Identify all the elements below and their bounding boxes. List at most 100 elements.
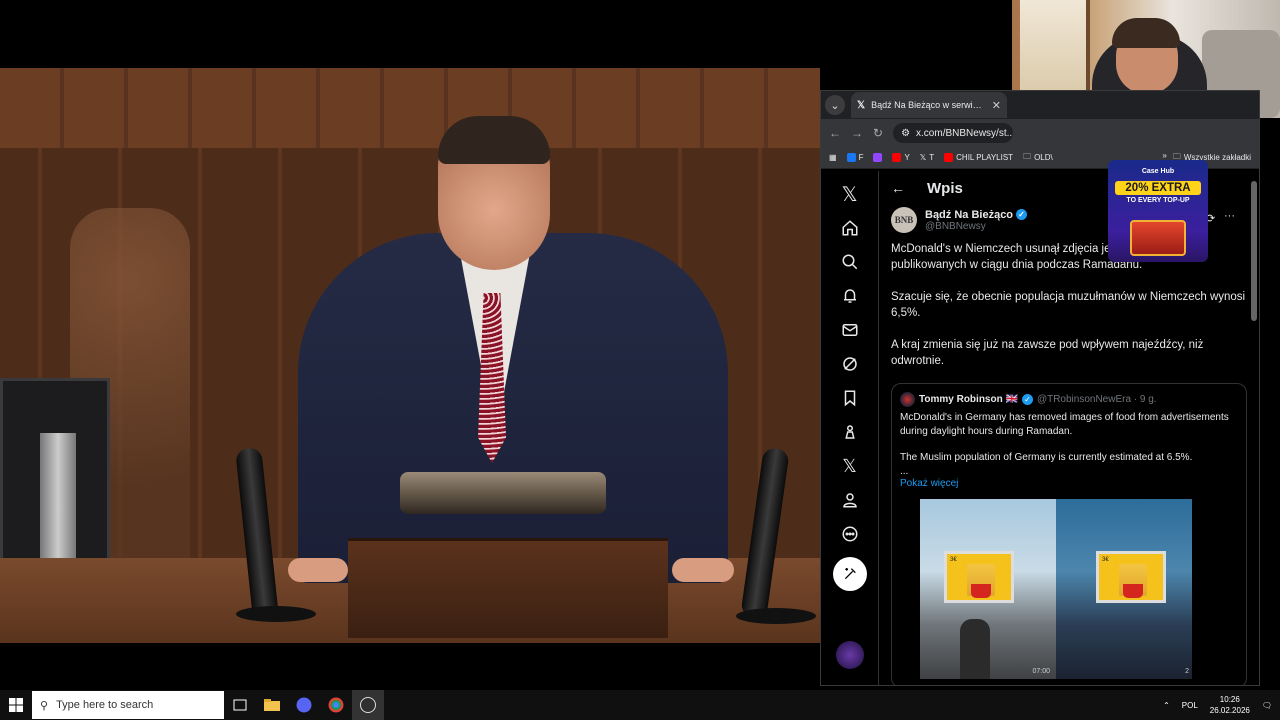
more-icon[interactable] <box>832 517 868 551</box>
file-explorer-icon[interactable] <box>256 690 288 720</box>
quoted-author-handle: @TRobinsonNewEra · 9 g. <box>1036 394 1157 405</box>
author-handle[interactable]: @BNBNewsy <box>925 221 1027 232</box>
ad-badge: 20% EXTRA <box>1115 181 1201 195</box>
clock[interactable]: 10:26 26.02.2026 <box>1210 694 1250 716</box>
jobs-icon[interactable] <box>832 415 868 449</box>
forward-icon[interactable]: → <box>851 126 863 140</box>
bookmark-label: F <box>858 153 864 162</box>
taskbar-search[interactable]: ⚲ Type here to search <box>32 691 224 719</box>
task-view-icon[interactable] <box>224 690 256 720</box>
x-logo-icon: 𝕏 <box>857 99 866 111</box>
billboard: 3€ <box>1096 551 1166 603</box>
bookmark-folder-old[interactable]: 🗀 OLD\ <box>1023 151 1053 165</box>
quoted-media[interactable]: 3€ 07:00 3€ 2 <box>920 499 1192 679</box>
back-arrow-icon[interactable]: ← <box>891 180 905 196</box>
billboard-price: 3€ <box>950 557 957 563</box>
verified-badge-icon: ✓ <box>1016 209 1028 220</box>
post-options-icon[interactable]: ··· <box>1224 210 1235 222</box>
bookmark-twitch[interactable] <box>873 153 883 162</box>
feather-plus-icon <box>844 568 856 580</box>
clock-date: 26.02.2026 <box>1209 706 1250 715</box>
site-info-icon[interactable]: ⚙ <box>901 128 910 139</box>
speaker-hand-right <box>672 558 734 582</box>
pedestrian <box>960 619 990 679</box>
streamer-hair <box>1112 18 1180 48</box>
notifications-icon[interactable] <box>832 279 868 313</box>
treasure-chest-icon <box>1130 220 1186 256</box>
speaker-hand-left <box>288 558 348 582</box>
page-title: Wpis <box>927 179 963 197</box>
bookmarks-icon[interactable] <box>832 381 868 415</box>
quoted-author-name: Tommy Robinson 🇬🇧 <box>919 394 1018 405</box>
media-count: 2 <box>1185 668 1189 675</box>
bookmark-chil-playlist[interactable]: CHIL PLAYLIST <box>944 153 1013 162</box>
back-icon[interactable]: ← <box>829 126 841 140</box>
tray-overflow-icon[interactable]: ⌃ <box>1163 701 1170 710</box>
tab-x-post[interactable]: 𝕏 Bądź Na Bieżąco w serwisie X: ... ✕ <box>851 92 1007 118</box>
grok-icon[interactable] <box>832 347 868 381</box>
input-language[interactable]: POL <box>1182 701 1198 710</box>
bookmark-label: Y <box>904 153 910 162</box>
notification-center-icon[interactable]: 🗨 <box>1262 701 1272 710</box>
compose-post-button[interactable] <box>832 557 867 591</box>
author-name-row[interactable]: Bądź Na Bieżąco ✓ <box>925 209 1028 221</box>
wood-panel-top <box>0 68 820 148</box>
billboard: 3€ <box>944 551 1014 603</box>
search-placeholder: Type here to search <box>56 699 154 711</box>
ad-overlay[interactable]: Case Hub 20% EXTRA TO EVERY TOP-UP <box>1108 160 1208 262</box>
ad-brand: Case Hub <box>1141 168 1175 175</box>
quoted-text: McDonald's in Germany has removed images… <box>900 411 1238 478</box>
windows-start-button[interactable] <box>0 690 32 720</box>
billboard-price: 3€ <box>1102 557 1109 563</box>
search-icon: ⚲ <box>40 699 49 712</box>
x-logo-icon: 𝕏 <box>919 153 927 162</box>
url-text: x.com/BNBNewsy/st... <box>916 127 1014 139</box>
x-home-logo-icon[interactable]: 𝕏 <box>832 177 868 211</box>
scrollbar[interactable] <box>1251 181 1257 321</box>
bookmark-x[interactable]: 𝕏T <box>920 153 934 162</box>
address-bar[interactable]: ⚙ x.com/BNBNewsy/st... <box>893 123 1014 143</box>
premium-x-icon[interactable]: 𝕏 <box>832 449 868 483</box>
system-tray: ⌃ POL 10:26 26.02.2026 🗨 <box>1163 694 1280 716</box>
apps-grid-icon[interactable]: ▦ <box>829 153 837 162</box>
windows-logo-icon <box>9 698 23 712</box>
tab-title: Bądź Na Bieżąco w serwisie X: ... <box>871 100 986 110</box>
fries-icon <box>1119 564 1147 598</box>
x-sidebar: 𝕏 𝕏 <box>821 171 879 685</box>
fries-icon <box>967 564 995 598</box>
facebook-icon <box>846 153 856 162</box>
twitch-icon <box>873 153 883 162</box>
bookmark-label: OLD\ <box>1034 153 1053 162</box>
bookmark-youtube[interactable]: Y <box>892 153 910 162</box>
bookmark-label: CHIL PLAYLIST <box>956 153 1014 162</box>
quoted-paragraph: McDonald's in Germany has removed images… <box>900 412 1229 437</box>
close-tab-icon[interactable]: ✕ <box>992 99 1001 112</box>
messages-icon[interactable] <box>832 313 868 347</box>
url-toolbar: ← → ↻ ⚙ x.com/BNBNewsy/st... <box>821 119 1259 147</box>
author-name[interactable]: Bądź Na Bieżąco <box>925 209 1013 221</box>
bookmark-facebook[interactable]: F <box>846 153 864 162</box>
search-icon[interactable] <box>832 245 868 279</box>
profile-icon[interactable] <box>832 483 868 517</box>
quoted-post[interactable]: Tommy Robinson 🇬🇧 ✓ @TRobinsonNewEra · 9… <box>891 383 1247 685</box>
media-timestamp: 07:00 <box>1032 668 1050 675</box>
home-icon[interactable] <box>832 211 868 245</box>
tab-search-dropdown-icon[interactable]: ⌄ <box>825 95 845 115</box>
taskbar: ⚲ Type here to search ⌃ POL 10:26 26.02.… <box>0 690 1280 720</box>
reload-icon[interactable]: ↻ <box>873 126 883 140</box>
lectern-rail <box>400 472 606 514</box>
account-avatar[interactable] <box>835 641 864 669</box>
speaker-hair <box>438 116 550 164</box>
media-image-day[interactable]: 3€ 07:00 <box>920 499 1056 679</box>
obs-icon[interactable] <box>352 690 384 720</box>
bookmark-label: T <box>929 153 935 162</box>
microphone-left-base <box>236 606 316 622</box>
microphone-right-base <box>736 608 816 624</box>
post-paragraph: Szacuje się, że obecnie populacja muzułm… <box>891 291 1246 319</box>
chrome-icon[interactable] <box>320 690 352 720</box>
discord-icon[interactable] <box>288 690 320 720</box>
author-avatar[interactable]: BNB <box>891 207 917 233</box>
show-more-link[interactable]: Pokaż więcej <box>900 478 1238 489</box>
quoted-avatar <box>900 392 915 407</box>
media-image-night[interactable]: 3€ 2 <box>1056 499 1192 679</box>
